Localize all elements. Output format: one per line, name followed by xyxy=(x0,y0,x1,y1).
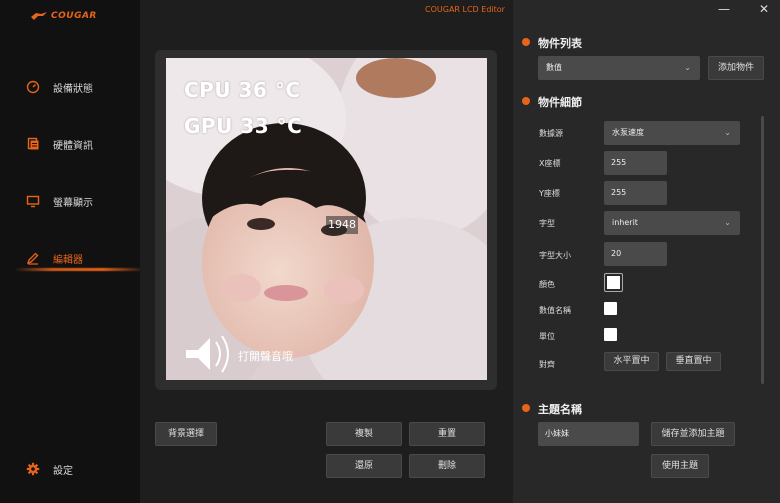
font-label: 字型 xyxy=(539,219,555,228)
sidebar-item-device-status[interactable]: 設備狀態 xyxy=(0,76,140,98)
delete-button[interactable]: 刪除 xyxy=(409,454,485,478)
font-size-label: 字型大小 xyxy=(539,251,571,260)
chevron-down-icon: ⌄ xyxy=(724,218,731,227)
font-select[interactable]: inherit ⌄ xyxy=(604,211,740,235)
sidebar-item-label: 編輯器 xyxy=(53,254,83,266)
data-source-label: 數據源 xyxy=(539,129,563,138)
value-name-checkbox[interactable] xyxy=(604,302,617,315)
photo-caption: 打開聲音哦 xyxy=(238,350,293,363)
close-button[interactable]: ✕ xyxy=(756,2,772,18)
data-source-select[interactable]: 水泵速度 ⌄ xyxy=(604,121,740,145)
restore-button[interactable]: 還原 xyxy=(326,454,402,478)
copy-button[interactable]: 複製 xyxy=(326,422,402,446)
value-overlay[interactable]: 1948 xyxy=(326,216,358,234)
font-value: inherit xyxy=(612,218,638,227)
lcd-preview-canvas[interactable]: CPU 36 °C GPU 33 °C 1948 打開聲音哦 xyxy=(166,58,487,380)
chevron-down-icon: ⌄ xyxy=(684,63,691,72)
title-bar: COUGAR LCD Editor xyxy=(140,0,780,20)
logo-text: COUGAR xyxy=(51,11,97,21)
align-label: 對齊 xyxy=(539,360,555,369)
color-swatch-fill xyxy=(607,276,620,289)
sidebar-item-hardware-info[interactable]: 硬體資訊 xyxy=(0,133,140,155)
align-vertical-center-button[interactable]: 垂直置中 xyxy=(666,352,721,371)
add-object-button[interactable]: 添加物件 xyxy=(708,56,764,80)
x-coord-input[interactable]: 255 xyxy=(604,151,667,175)
save-add-theme-button[interactable]: 儲存並添加主題 xyxy=(651,422,735,446)
minimize-button[interactable]: — xyxy=(716,2,732,18)
details-scrollbar[interactable] xyxy=(761,116,764,384)
sidebar-item-editor[interactable]: 編輯器 xyxy=(0,247,140,269)
gpu-temp-overlay[interactable]: GPU 33 °C xyxy=(184,114,302,138)
color-picker[interactable] xyxy=(604,273,623,292)
reset-button[interactable]: 重置 xyxy=(409,422,485,446)
sidebar-item-screen-display[interactable]: 螢幕顯示 xyxy=(0,190,140,212)
cpu-temp-overlay[interactable]: CPU 36 °C xyxy=(184,78,301,102)
theme-name-input[interactable]: 小妹妹 xyxy=(538,422,639,446)
chevron-down-icon: ⌄ xyxy=(724,128,731,137)
section-bullet xyxy=(522,97,530,105)
section-bullet xyxy=(522,404,530,412)
settings-label: 設定 xyxy=(53,465,73,477)
theme-name-title: 主題名稱 xyxy=(538,403,582,416)
cougar-logo: COUGAR xyxy=(30,11,97,21)
sidebar: COUGAR 設備狀態 硬體資訊 螢幕顯示 編輯器 設定 xyxy=(0,0,140,503)
sidebar-item-label: 設備狀態 xyxy=(53,83,93,95)
object-list-value: 數值 xyxy=(546,63,562,72)
sidebar-item-label: 硬體資訊 xyxy=(53,140,93,152)
font-size-input[interactable]: 20 xyxy=(604,242,667,266)
y-coord-input[interactable]: 255 xyxy=(604,181,667,205)
unit-checkbox[interactable] xyxy=(604,328,617,341)
app-title: COUGAR LCD Editor xyxy=(425,5,505,14)
unit-label: 單位 xyxy=(539,332,555,341)
x-coord-label: X座標 xyxy=(539,159,561,168)
object-details-title: 物件細節 xyxy=(538,96,582,109)
cougar-icon xyxy=(31,12,47,20)
use-theme-button[interactable]: 使用主題 xyxy=(651,454,709,478)
data-source-value: 水泵速度 xyxy=(612,128,644,137)
pencil-icon xyxy=(26,252,39,265)
gear-icon xyxy=(26,462,40,476)
background-select-button[interactable]: 背景選擇 xyxy=(155,422,217,446)
sidebar-item-settings[interactable]: 設定 xyxy=(0,458,140,480)
object-list-title: 物件列表 xyxy=(538,37,582,50)
gauge-icon xyxy=(26,80,40,94)
value-name-label: 數值名稱 xyxy=(539,306,571,315)
sidebar-item-label: 螢幕顯示 xyxy=(53,197,93,209)
section-bullet xyxy=(522,38,530,46)
y-coord-label: Y座標 xyxy=(539,189,560,198)
align-horizontal-center-button[interactable]: 水平置中 xyxy=(604,352,659,371)
color-label: 顏色 xyxy=(539,280,555,289)
object-list-select[interactable]: 數值 ⌄ xyxy=(538,56,700,80)
monitor-icon xyxy=(26,195,40,208)
document-icon xyxy=(27,137,39,150)
